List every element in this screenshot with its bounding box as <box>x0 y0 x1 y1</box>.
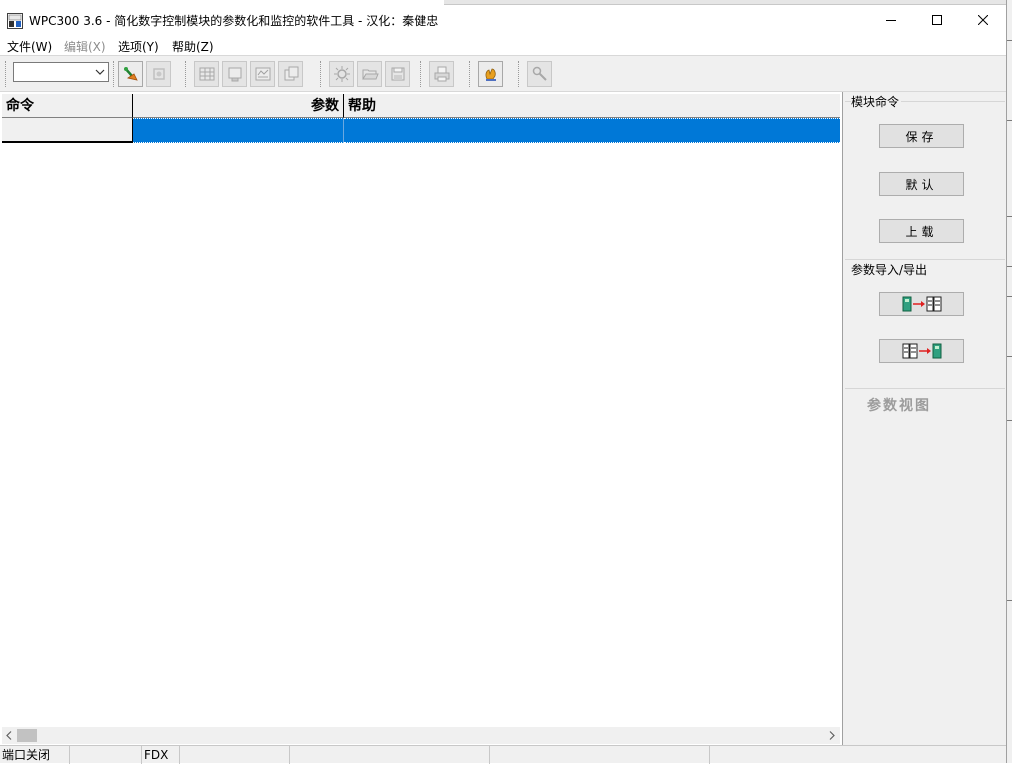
toolbar-grip[interactable] <box>518 61 521 87</box>
list-button[interactable] <box>250 61 275 87</box>
background-window-edge-right <box>1006 0 1012 763</box>
open-button[interactable] <box>357 61 382 87</box>
toolbar-grip[interactable] <box>113 61 116 87</box>
toolbar <box>0 55 1006 92</box>
connect-button[interactable] <box>118 61 143 87</box>
copy-button[interactable] <box>278 61 303 87</box>
menu-edit[interactable]: 编辑(X) <box>64 38 106 55</box>
status-bar: 端口关闭 FDX <box>0 745 1006 764</box>
cell-command[interactable] <box>2 118 133 143</box>
menu-help[interactable]: 帮助(Z) <box>172 38 214 55</box>
column-command[interactable]: 命令 <box>2 94 133 118</box>
table-row[interactable] <box>2 118 840 143</box>
toolbar-grip[interactable] <box>469 61 472 87</box>
status-pane-empty <box>290 746 490 764</box>
window-icon <box>228 67 241 82</box>
wpc-app-icon <box>7 13 23 29</box>
export-button[interactable] <box>879 339 964 363</box>
import-button[interactable] <box>879 292 964 316</box>
disconnect-button[interactable] <box>146 61 171 87</box>
close-icon <box>978 15 988 25</box>
menu-file[interactable]: 文件(W) <box>7 38 52 55</box>
column-param[interactable]: 参数 <box>133 94 344 118</box>
open-icon <box>361 69 379 80</box>
module-combo[interactable] <box>13 62 109 82</box>
upload-button[interactable]: 上载 <box>879 219 964 243</box>
list-icon <box>255 67 270 81</box>
scrollbar-thumb[interactable] <box>17 729 37 742</box>
default-button[interactable]: 默认 <box>879 172 964 196</box>
right-panel: 模块命令 保存 默认 上载 参数导入/导出 参数视图 <box>843 92 1006 745</box>
grid-header: 命令 参数 帮助 <box>2 94 840 118</box>
minimize-icon <box>886 20 896 21</box>
status-pane-empty <box>180 746 290 764</box>
status-port: 端口关闭 <box>0 746 70 764</box>
toolbar-grip[interactable] <box>185 61 188 87</box>
group-border <box>845 259 1005 260</box>
print-icon <box>434 66 449 82</box>
copy-icon <box>284 66 298 81</box>
maximize-button[interactable] <box>914 5 960 35</box>
disconnect-icon <box>152 68 165 80</box>
toolbar-grip[interactable] <box>320 61 323 87</box>
monitor-button[interactable] <box>478 61 503 87</box>
window-title: WPC300 3.6 - 简化数字控制模块的参数化和监控的软件工具 - 汉化：秦… <box>29 14 439 28</box>
status-fdx: FDX <box>142 746 180 764</box>
print-button[interactable] <box>429 61 454 87</box>
tools-icon <box>532 66 547 81</box>
tools-button[interactable] <box>527 61 552 87</box>
window-button[interactable] <box>222 61 247 87</box>
cell-param[interactable] <box>133 118 344 143</box>
import-export-title: 参数导入/导出 <box>851 261 930 278</box>
minimize-button[interactable] <box>868 5 914 35</box>
menu-options[interactable]: 选项(Y) <box>118 38 159 55</box>
monitor-icon <box>485 68 496 81</box>
settings-icon <box>333 66 350 82</box>
group-border <box>845 388 1005 389</box>
connect-icon <box>123 67 138 81</box>
import-icon <box>902 296 941 312</box>
toolbar-grip[interactable] <box>420 61 423 87</box>
status-pane-empty <box>70 746 142 764</box>
cell-help[interactable] <box>344 118 840 143</box>
param-view-label: 参数视图 <box>867 398 931 414</box>
maximize-icon <box>932 15 942 25</box>
parameter-grid: 命令 参数 帮助 <box>0 92 843 745</box>
module-commands-title: 模块命令 <box>851 93 902 110</box>
title-bar: WPC300 3.6 - 简化数字控制模块的参数化和监控的软件工具 - 汉化：秦… <box>0 5 1006 35</box>
table-icon <box>199 67 214 81</box>
menu-bar: 文件(W) 编辑(X) 选项(Y) 帮助(Z) <box>0 35 1006 55</box>
chevron-left-icon[interactable] <box>5 731 13 740</box>
save-button[interactable]: 保存 <box>879 124 964 148</box>
horizontal-scrollbar[interactable] <box>2 727 840 744</box>
settings-button[interactable] <box>329 61 354 87</box>
save-toolbar-button[interactable] <box>385 61 410 87</box>
close-button[interactable] <box>960 5 1006 35</box>
column-help[interactable]: 帮助 <box>344 94 840 118</box>
table-button[interactable] <box>194 61 219 87</box>
chevron-right-icon[interactable] <box>828 731 836 740</box>
toolbar-grip[interactable] <box>5 61 8 87</box>
save-icon <box>391 67 404 81</box>
status-pane-empty <box>710 746 1006 764</box>
chevron-down-icon <box>95 69 105 75</box>
status-pane-empty <box>490 746 710 764</box>
export-icon <box>902 343 941 359</box>
